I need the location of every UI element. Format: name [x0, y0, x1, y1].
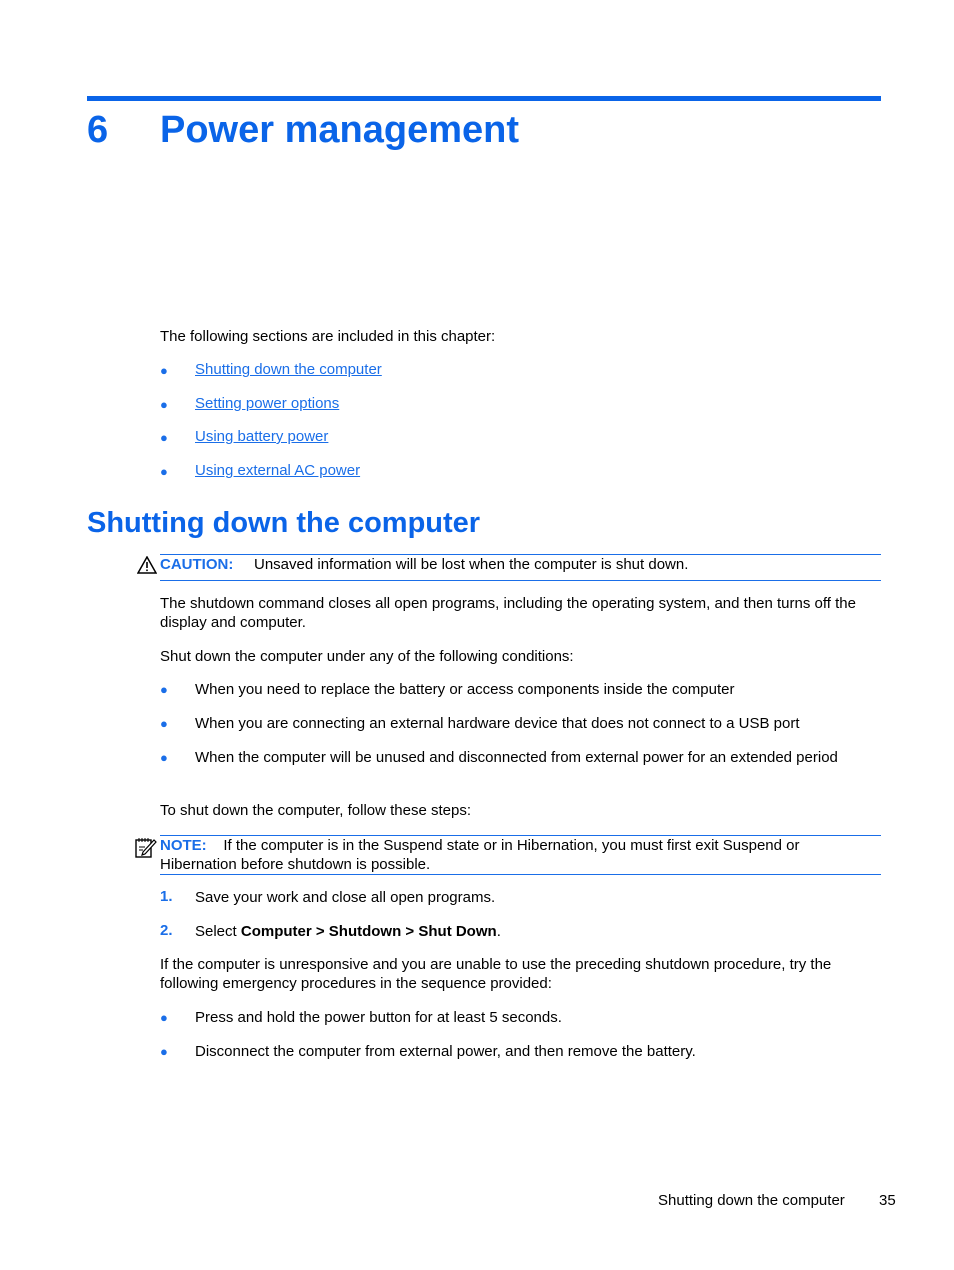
warning-icon	[136, 555, 158, 578]
bullet-icon: ●	[160, 464, 168, 479]
page-number: 35	[879, 1192, 896, 1209]
bullet-icon: ●	[160, 1010, 168, 1025]
chapter-number: 6	[87, 109, 109, 151]
toc-link-power-options[interactable]: Setting power options	[195, 395, 339, 412]
note-box: NOTE: If the computer is in the Suspend …	[160, 835, 881, 875]
step-prefix: Select	[195, 923, 241, 940]
footer-section: Shutting down the computer	[658, 1192, 845, 1209]
caution-box: CAUTION: Unsaved information will be los…	[160, 554, 881, 581]
toc-link-external-ac[interactable]: Using external AC power	[195, 462, 360, 479]
list-item: When you need to replace the battery or …	[195, 681, 735, 698]
caution-label: CAUTION:	[160, 556, 234, 573]
toc-link-shutting-down[interactable]: Shutting down the computer	[195, 361, 382, 378]
step-text: Select Computer > Shutdown > Shut Down.	[195, 922, 885, 941]
paragraph: To shut down the computer, follow these …	[160, 802, 472, 819]
paragraph: The shutdown command closes all open pro…	[160, 595, 856, 631]
bullet-icon: ●	[160, 750, 168, 765]
section-heading: Shutting down the computer	[87, 507, 481, 539]
note-icon	[134, 836, 158, 864]
menu-path: Computer > Shutdown > Shut Down	[240, 923, 497, 940]
bullet-icon: ●	[160, 397, 168, 412]
step-number: 2.	[160, 922, 173, 939]
list-item: When the computer will be unused and dis…	[195, 749, 838, 766]
note-label: NOTE:	[160, 837, 207, 854]
paragraph: Shut down the computer under any of the …	[160, 648, 574, 665]
list-item: Press and hold the power button for at l…	[195, 1009, 562, 1026]
bullet-icon: ●	[160, 430, 168, 445]
toc-link-battery-power[interactable]: Using battery power	[195, 428, 328, 445]
intro-text: The following sections are included in t…	[160, 328, 496, 345]
caution-text: Unsaved information will be lost when th…	[254, 556, 689, 573]
list-item: Disconnect the computer from external po…	[195, 1043, 696, 1060]
chapter-title: Power management	[160, 109, 519, 151]
bullet-icon: ●	[160, 363, 168, 378]
step-suffix: .	[496, 923, 501, 940]
bullet-icon: ●	[160, 1044, 168, 1059]
bullet-icon: ●	[160, 682, 168, 697]
bullet-icon: ●	[160, 716, 168, 731]
step-text: Save your work and close all open progra…	[195, 889, 496, 906]
list-item: When you are connecting an external hard…	[195, 715, 800, 732]
note-text: If the computer is in the Suspend state …	[160, 837, 800, 873]
chapter-rule	[87, 96, 881, 101]
step-number: 1.	[160, 888, 173, 905]
paragraph: If the computer is unresponsive and you …	[160, 956, 832, 992]
